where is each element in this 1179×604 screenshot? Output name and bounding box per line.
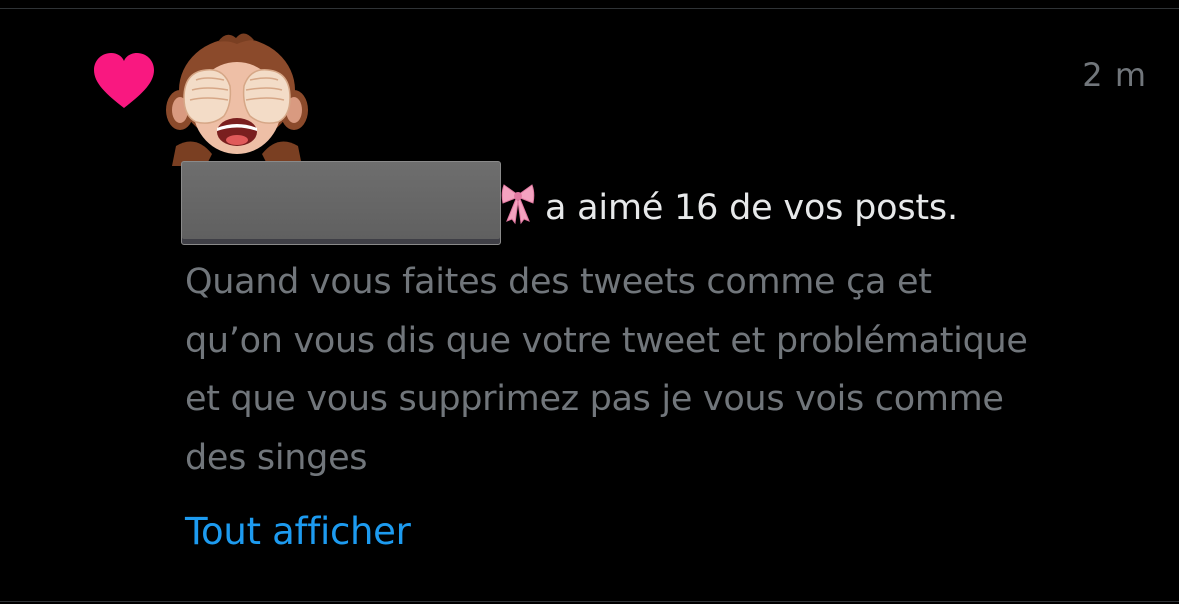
username-redacted[interactable] xyxy=(181,161,501,245)
timestamp: 2 m xyxy=(1082,56,1147,94)
heart-icon xyxy=(94,53,154,108)
action-text: a aimé 16 de vos posts. xyxy=(545,188,958,228)
like-notification[interactable]: 2 m a aimé 16 de vos posts. Quand vous f… xyxy=(0,0,1179,604)
divider xyxy=(0,601,1179,602)
pink-bow-icon xyxy=(501,184,535,225)
show-all-link[interactable]: Tout afficher xyxy=(185,510,411,553)
user-row: a aimé 16 de vos posts. xyxy=(181,160,958,246)
tweet-preview-text[interactable]: Quand vous faites des tweets comme ça et… xyxy=(185,253,1165,487)
see-no-evil-monkey-icon[interactable] xyxy=(166,28,308,166)
divider xyxy=(0,8,1179,9)
